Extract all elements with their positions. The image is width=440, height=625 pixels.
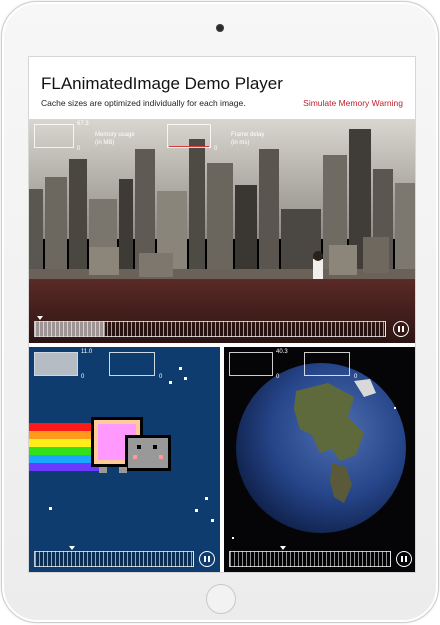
ipad-device-frame: FLAnimatedImage Demo Player Cache sizes … — [1, 1, 439, 623]
cat-scrubber[interactable] — [34, 546, 194, 567]
earth-scrubber[interactable] — [229, 546, 391, 567]
simulate-memory-warning-button[interactable]: Simulate Memory Warning — [303, 98, 403, 108]
front-camera — [216, 24, 224, 32]
frame-delay-graph — [167, 124, 211, 148]
cat-memory-value: 11.0 — [81, 349, 93, 355]
memory-usage-value: 67.3 — [77, 121, 89, 127]
main-scrubber-progress — [35, 322, 105, 336]
main-scrubber[interactable] — [34, 316, 386, 337]
earth-scrubber-marker[interactable] — [280, 546, 286, 550]
pause-icon — [203, 555, 206, 562]
page-title: FLAnimatedImage Demo Player — [41, 74, 283, 93]
cat-scrubber-marker[interactable] — [69, 546, 75, 550]
nyan-cat-animation — [29, 347, 220, 572]
memory-usage-zero: 0 — [77, 146, 81, 152]
pause-icon — [400, 555, 403, 562]
main-scrubber-marker[interactable] — [37, 316, 43, 320]
cat-memory-fill — [35, 353, 77, 375]
earth-memory-graph — [229, 352, 273, 376]
frame-delay-label-line2: (in ms) — [231, 140, 250, 146]
rooftop-city-animation — [29, 119, 415, 343]
earth-scrubber-progress — [230, 552, 302, 566]
frame-delay-label: Frame delay (in ms) — [231, 131, 264, 147]
rotating-earth-animation — [224, 347, 415, 572]
app-screen: FLAnimatedImage Demo Player Cache sizes … — [28, 56, 416, 573]
earth-frame-delay-zero: 0 — [354, 374, 358, 380]
memory-usage-label-line1: Memory usage — [95, 132, 135, 138]
pause-icon-bar — [207, 555, 210, 562]
header: FLAnimatedImage Demo Player Cache sizes … — [29, 57, 415, 119]
cat-pause-button[interactable] — [199, 551, 215, 567]
frame-delay-label-line1: Frame delay — [231, 132, 265, 138]
main-pause-button[interactable] — [393, 321, 409, 337]
pause-icon-bar — [401, 325, 404, 332]
cat-frame-delay-graph — [109, 352, 155, 376]
frame-delay-line — [169, 146, 209, 147]
earth-memory-value: 40.3 — [276, 349, 288, 355]
earth-memory-zero: 0 — [276, 374, 280, 380]
cat-memory-zero: 0 — [81, 374, 85, 380]
home-button[interactable] — [206, 584, 236, 614]
earth-frame-delay-graph — [304, 352, 350, 376]
main-player: 67.3 0 Memory usage (in MB) 0 Frame dela… — [29, 119, 415, 343]
pause-icon — [397, 325, 400, 332]
earth-pause-button[interactable] — [396, 551, 412, 567]
memory-usage-label-line2: (in MB) — [95, 140, 115, 146]
cat-scrubber-progress — [35, 552, 90, 566]
cat-frame-delay-zero: 0 — [159, 374, 163, 380]
frame-delay-zero: 0 — [214, 146, 218, 152]
earth-player: 40.3 0 0 — [224, 347, 415, 572]
cat-player: 11.0 0 0 — [29, 347, 220, 572]
page-subtitle: Cache sizes are optimized individually f… — [41, 98, 246, 108]
memory-usage-label: Memory usage (in MB) — [95, 131, 135, 147]
cat-memory-graph — [34, 352, 78, 376]
pause-icon-bar — [404, 555, 407, 562]
memory-usage-graph — [34, 124, 74, 148]
